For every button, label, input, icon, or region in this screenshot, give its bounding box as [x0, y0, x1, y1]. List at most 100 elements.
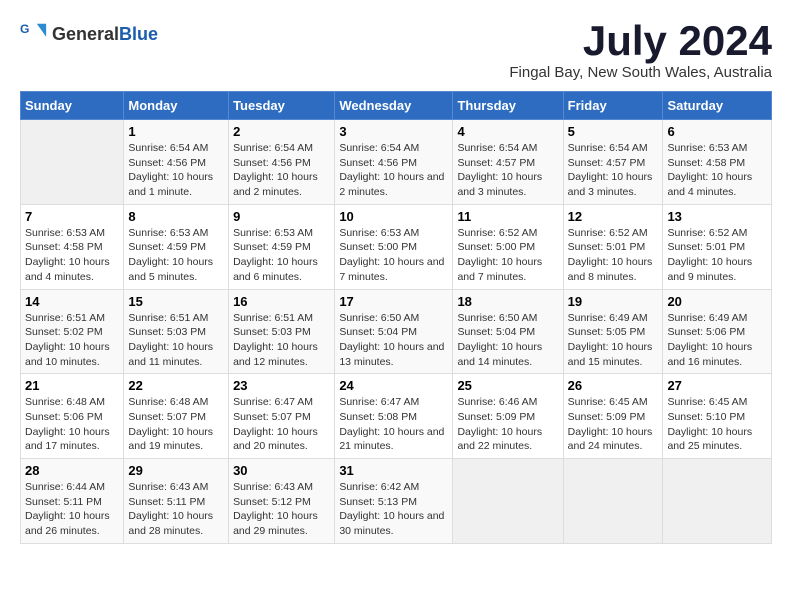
- day-number: 12: [568, 209, 659, 224]
- calendar-cell: 2 Sunrise: 6:54 AMSunset: 4:56 PMDaylight…: [229, 120, 335, 205]
- calendar-cell: 30Sunrise: 6:43 AMSunset: 5:12 PMDayligh…: [229, 459, 335, 544]
- calendar-location: Fingal Bay, New South Wales, Australia: [509, 64, 772, 81]
- calendar-cell: 8 Sunrise: 6:53 AMSunset: 4:59 PMDaylight…: [124, 204, 229, 289]
- day-info: Sunrise: 6:45 AMSunset: 5:10 PMDaylight:…: [667, 395, 767, 454]
- day-number: 24: [339, 378, 448, 393]
- calendar-cell: 6 Sunrise: 6:53 AMSunset: 4:58 PMDaylight…: [663, 120, 772, 205]
- col-tuesday: Tuesday: [229, 92, 335, 120]
- calendar-cell: 21 Sunrise: 6:48 AMSunset: 5:06 PMDayligh…: [21, 374, 124, 459]
- calendar-cell: 19 Sunrise: 6:49 AMSunset: 5:05 PMDayligh…: [563, 289, 663, 374]
- day-number: 4: [457, 124, 558, 139]
- calendar-cell: [663, 459, 772, 544]
- calendar-cell: 20 Sunrise: 6:49 AMSunset: 5:06 PMDayligh…: [663, 289, 772, 374]
- day-info: Sunrise: 6:47 AMSunset: 5:07 PMDaylight:…: [233, 395, 330, 454]
- calendar-week-row: 7 Sunrise: 6:53 AMSunset: 4:58 PMDaylight…: [21, 204, 772, 289]
- calendar-week-row: 28Sunrise: 6:44 AMSunset: 5:11 PMDayligh…: [21, 459, 772, 544]
- day-number: 25: [457, 378, 558, 393]
- day-info: Sunrise: 6:54 AMSunset: 4:57 PMDaylight:…: [568, 141, 659, 200]
- calendar-week-row: 1 Sunrise: 6:54 AMSunset: 4:56 PMDaylight…: [21, 120, 772, 205]
- day-info: Sunrise: 6:53 AMSunset: 4:58 PMDaylight:…: [667, 141, 767, 200]
- day-number: 18: [457, 294, 558, 309]
- day-number: 23: [233, 378, 330, 393]
- calendar-table: Sunday Monday Tuesday Wednesday Thursday…: [20, 91, 772, 544]
- day-info: Sunrise: 6:42 AMSunset: 5:13 PMDaylight:…: [339, 480, 448, 539]
- calendar-cell: 13 Sunrise: 6:52 AMSunset: 5:01 PMDayligh…: [663, 204, 772, 289]
- calendar-cell: 27 Sunrise: 6:45 AMSunset: 5:10 PMDayligh…: [663, 374, 772, 459]
- day-number: 5: [568, 124, 659, 139]
- day-info: Sunrise: 6:47 AMSunset: 5:08 PMDaylight:…: [339, 395, 448, 454]
- day-number: 13: [667, 209, 767, 224]
- day-number: 7: [25, 209, 119, 224]
- title-block: July 2024 Fingal Bay, New South Wales, A…: [509, 20, 772, 81]
- day-info: Sunrise: 6:52 AMSunset: 5:01 PMDaylight:…: [667, 226, 767, 285]
- col-thursday: Thursday: [453, 92, 563, 120]
- day-number: 30: [233, 463, 330, 478]
- day-number: 29: [128, 463, 224, 478]
- day-info: Sunrise: 6:50 AMSunset: 5:04 PMDaylight:…: [339, 311, 448, 370]
- day-info: Sunrise: 6:53 AMSunset: 4:59 PMDaylight:…: [128, 226, 224, 285]
- day-number: 2: [233, 124, 330, 139]
- day-number: 31: [339, 463, 448, 478]
- day-number: 15: [128, 294, 224, 309]
- calendar-week-row: 21 Sunrise: 6:48 AMSunset: 5:06 PMDayligh…: [21, 374, 772, 459]
- calendar-cell: 26Sunrise: 6:45 AMSunset: 5:09 PMDayligh…: [563, 374, 663, 459]
- calendar-cell: 25 Sunrise: 6:46 AMSunset: 5:09 PMDayligh…: [453, 374, 563, 459]
- day-info: Sunrise: 6:43 AMSunset: 5:11 PMDaylight:…: [128, 480, 224, 539]
- day-info: Sunrise: 6:48 AMSunset: 5:06 PMDaylight:…: [25, 395, 119, 454]
- day-info: Sunrise: 6:50 AMSunset: 5:04 PMDaylight:…: [457, 311, 558, 370]
- day-info: Sunrise: 6:54 AMSunset: 4:56 PMDaylight:…: [233, 141, 330, 200]
- day-number: 27: [667, 378, 767, 393]
- day-info: Sunrise: 6:53 AMSunset: 4:59 PMDaylight:…: [233, 226, 330, 285]
- calendar-cell: 29 Sunrise: 6:43 AMSunset: 5:11 PMDayligh…: [124, 459, 229, 544]
- calendar-header-row: Sunday Monday Tuesday Wednesday Thursday…: [21, 92, 772, 120]
- calendar-cell: [563, 459, 663, 544]
- day-info: Sunrise: 6:52 AMSunset: 5:00 PMDaylight:…: [457, 226, 558, 285]
- calendar-cell: 15 Sunrise: 6:51 AMSunset: 5:03 PMDayligh…: [124, 289, 229, 374]
- day-number: 10: [339, 209, 448, 224]
- day-info: Sunrise: 6:54 AMSunset: 4:56 PMDaylight:…: [339, 141, 448, 200]
- day-number: 8: [128, 209, 224, 224]
- col-friday: Friday: [563, 92, 663, 120]
- day-info: Sunrise: 6:51 AMSunset: 5:02 PMDaylight:…: [25, 311, 119, 370]
- day-number: 28: [25, 463, 119, 478]
- col-wednesday: Wednesday: [335, 92, 453, 120]
- calendar-cell: [21, 120, 124, 205]
- day-number: 20: [667, 294, 767, 309]
- day-number: 22: [128, 378, 224, 393]
- day-number: 11: [457, 209, 558, 224]
- calendar-week-row: 14 Sunrise: 6:51 AMSunset: 5:02 PMDayligh…: [21, 289, 772, 374]
- calendar-cell: 1 Sunrise: 6:54 AMSunset: 4:56 PMDaylight…: [124, 120, 229, 205]
- col-monday: Monday: [124, 92, 229, 120]
- day-info: Sunrise: 6:53 AMSunset: 5:00 PMDaylight:…: [339, 226, 448, 285]
- day-info: Sunrise: 6:52 AMSunset: 5:01 PMDaylight:…: [568, 226, 659, 285]
- calendar-cell: [453, 459, 563, 544]
- calendar-cell: 10 Sunrise: 6:53 AMSunset: 5:00 PMDayligh…: [335, 204, 453, 289]
- day-info: Sunrise: 6:49 AMSunset: 5:06 PMDaylight:…: [667, 311, 767, 370]
- day-info: Sunrise: 6:46 AMSunset: 5:09 PMDaylight:…: [457, 395, 558, 454]
- day-number: 17: [339, 294, 448, 309]
- calendar-cell: 16Sunrise: 6:51 AMSunset: 5:03 PMDayligh…: [229, 289, 335, 374]
- day-info: Sunrise: 6:54 AMSunset: 4:57 PMDaylight:…: [457, 141, 558, 200]
- day-info: Sunrise: 6:54 AMSunset: 4:56 PMDaylight:…: [128, 141, 224, 200]
- day-number: 6: [667, 124, 767, 139]
- logo-general: General: [52, 24, 119, 44]
- day-number: 16: [233, 294, 330, 309]
- day-number: 14: [25, 294, 119, 309]
- calendar-cell: 28Sunrise: 6:44 AMSunset: 5:11 PMDayligh…: [21, 459, 124, 544]
- day-number: 21: [25, 378, 119, 393]
- day-info: Sunrise: 6:53 AMSunset: 4:58 PMDaylight:…: [25, 226, 119, 285]
- calendar-cell: 9Sunrise: 6:53 AMSunset: 4:59 PMDaylight…: [229, 204, 335, 289]
- logo-blue: Blue: [119, 24, 158, 44]
- page-header: G GeneralBlue July 2024 Fingal Bay, New …: [20, 20, 772, 81]
- calendar-cell: 4 Sunrise: 6:54 AMSunset: 4:57 PMDaylight…: [453, 120, 563, 205]
- logo-icon: G: [20, 20, 48, 48]
- calendar-cell: 18 Sunrise: 6:50 AMSunset: 5:04 PMDayligh…: [453, 289, 563, 374]
- calendar-cell: 14 Sunrise: 6:51 AMSunset: 5:02 PMDayligh…: [21, 289, 124, 374]
- day-info: Sunrise: 6:51 AMSunset: 5:03 PMDaylight:…: [128, 311, 224, 370]
- calendar-cell: 31 Sunrise: 6:42 AMSunset: 5:13 PMDayligh…: [335, 459, 453, 544]
- day-number: 19: [568, 294, 659, 309]
- calendar-cell: 17 Sunrise: 6:50 AMSunset: 5:04 PMDayligh…: [335, 289, 453, 374]
- day-number: 1: [128, 124, 224, 139]
- day-info: Sunrise: 6:49 AMSunset: 5:05 PMDaylight:…: [568, 311, 659, 370]
- day-info: Sunrise: 6:45 AMSunset: 5:09 PMDaylight:…: [568, 395, 659, 454]
